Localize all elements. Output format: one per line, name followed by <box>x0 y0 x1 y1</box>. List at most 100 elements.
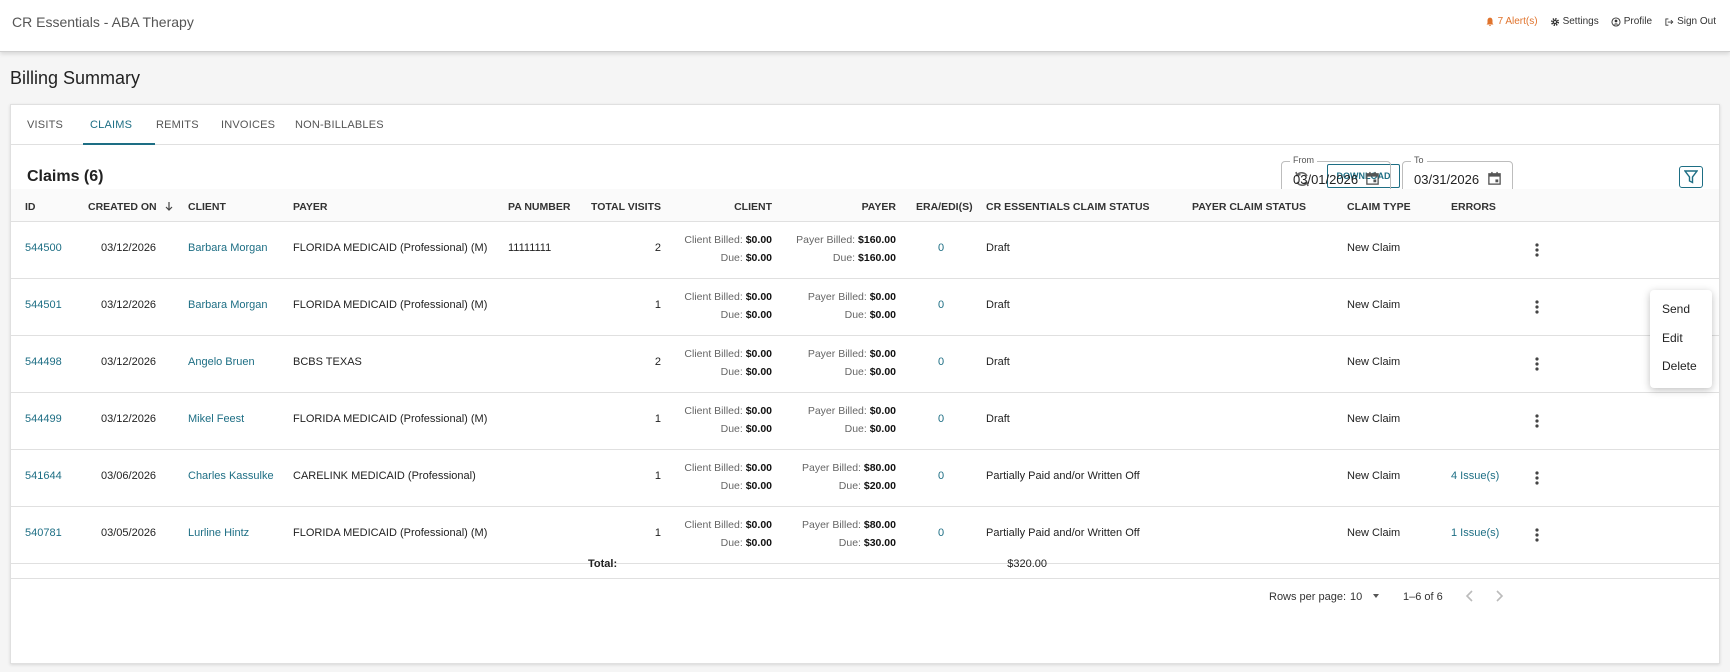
tab-invoices[interactable]: INVOICES <box>221 119 275 131</box>
errors-link[interactable]: 1 Issue(s) <box>1451 527 1499 539</box>
payer-billed-label: Payer Billed: <box>802 462 861 474</box>
client-link[interactable]: Barbara Morgan <box>188 242 268 254</box>
created-date: 03/12/2026 <box>101 413 157 425</box>
client-amounts: Client Billed: $0.00 Due: $0.00 <box>684 516 772 552</box>
table-row: 544499 03/12/2026 Mikel Feest FLORIDA MEDIC… <box>11 393 1719 450</box>
more-vert-icon[interactable] <box>1528 412 1546 430</box>
client-billed-label: Client Billed: <box>684 234 743 246</box>
alerts-link[interactable]: 7 Alert(s) <box>1485 16 1538 27</box>
payer-due-label: Due: <box>838 480 861 492</box>
more-vert-icon[interactable] <box>1528 355 1546 373</box>
claim-id-link[interactable]: 541644 <box>25 470 62 482</box>
col-era-edi[interactable]: ERA/EDI(S) <box>916 201 973 213</box>
client-amounts: Client Billed: $0.00 Due: $0.00 <box>684 459 772 495</box>
calendar-icon[interactable] <box>1365 171 1380 186</box>
claim-id-link[interactable]: 544501 <box>25 299 62 311</box>
col-client[interactable]: CLIENT <box>188 201 226 213</box>
total-visits: 2 <box>654 242 661 254</box>
filter-button[interactable] <box>1679 166 1703 188</box>
col-payer-amount[interactable]: PAYER <box>862 201 896 213</box>
tab-remits[interactable]: REMITS <box>156 119 199 131</box>
more-vert-icon[interactable] <box>1528 298 1546 316</box>
claim-status: Partially Paid and/or Written Off <box>986 470 1140 482</box>
chevron-left-icon[interactable] <box>1461 587 1479 605</box>
client-due-label: Due: <box>720 309 743 321</box>
created-date: 03/12/2026 <box>101 299 157 311</box>
more-vert-icon[interactable] <box>1528 241 1546 259</box>
settings-link[interactable]: Settings <box>1550 16 1599 27</box>
sort-arrow-down-icon <box>165 202 172 211</box>
chevron-right-icon[interactable] <box>1490 587 1508 605</box>
client-link[interactable]: Angelo Bruen <box>188 356 255 368</box>
sign-out-icon <box>1665 17 1674 26</box>
payer-due-value: $20.00 <box>863 480 896 492</box>
payer-name: FLORIDA MEDICAID (Professional) (M) <box>293 299 488 311</box>
payer-total: $320.00 <box>1007 558 1047 570</box>
payer-amounts: Payer Billed: $80.00 Due: $30.00 <box>802 516 896 552</box>
claim-id-link[interactable]: 540781 <box>25 527 62 539</box>
era-count-link[interactable]: 0 <box>938 299 944 311</box>
client-due-value: $0.00 <box>745 252 772 264</box>
col-errors[interactable]: ERRORS <box>1451 201 1496 213</box>
claim-type: New Claim <box>1347 242 1401 254</box>
table-row: 544498 03/12/2026 Angelo Bruen BCBS TEXAS 2 C… <box>11 336 1719 393</box>
created-date: 03/06/2026 <box>101 470 157 482</box>
claim-status: Partially Paid and/or Written Off <box>986 527 1140 539</box>
menu-item-edit[interactable]: Edit <box>1662 331 1683 345</box>
payer-name: FLORIDA MEDICAID (Professional) (M) <box>293 527 488 539</box>
col-pa-number[interactable]: PA NUMBER <box>508 201 570 213</box>
client-billed-label: Client Billed: <box>684 462 743 474</box>
col-total-visits[interactable]: TOTAL VISITS <box>591 201 661 213</box>
payer-due-label: Due: <box>844 366 867 378</box>
era-count-link[interactable]: 0 <box>938 470 944 482</box>
rows-per-page-select[interactable]: 10 <box>1350 591 1381 603</box>
col-payer[interactable]: PAYER <box>293 201 327 213</box>
claim-id-link[interactable]: 544500 <box>25 242 62 254</box>
col-client-amount[interactable]: CLIENT <box>734 201 772 213</box>
more-vert-icon[interactable] <box>1528 526 1546 544</box>
payer-amounts: Payer Billed: $0.00 Due: $0.00 <box>808 345 896 381</box>
claim-status: Draft <box>986 413 1010 425</box>
payer-amounts: Payer Billed: $80.00 Due: $20.00 <box>802 459 896 495</box>
col-created-on-label: CREATED ON <box>88 201 157 213</box>
client-link[interactable]: Lurline Hintz <box>188 527 249 539</box>
col-payer-status[interactable]: PAYER CLAIM STATUS <box>1192 201 1306 213</box>
menu-item-delete[interactable]: Delete <box>1662 359 1697 373</box>
tab-non-billables[interactable]: NON-BILLABLES <box>295 119 384 131</box>
payer-amounts: Payer Billed: $0.00 Due: $0.00 <box>808 288 896 324</box>
client-link[interactable]: Mikel Feest <box>188 413 244 425</box>
client-due-label: Due: <box>720 366 743 378</box>
totals-row: Total: $320.00 <box>11 548 1719 579</box>
more-vert-icon[interactable] <box>1528 469 1546 487</box>
client-billed-value: $0.00 <box>745 519 772 531</box>
tab-claims[interactable]: CLAIMS <box>90 119 132 131</box>
errors-link[interactable]: 4 Issue(s) <box>1451 470 1499 482</box>
claim-type: New Claim <box>1347 413 1401 425</box>
profile-link[interactable]: Profile <box>1611 16 1652 27</box>
client-amounts: Client Billed: $0.00 Due: $0.00 <box>684 402 772 438</box>
col-id[interactable]: ID <box>25 201 36 213</box>
col-created-on[interactable]: CREATED ON <box>88 201 174 213</box>
era-count-link[interactable]: 0 <box>938 356 944 368</box>
client-link[interactable]: Charles Kassulke <box>188 470 274 482</box>
claim-id-link[interactable]: 544498 <box>25 356 62 368</box>
pagination-range: 1–6 of 6 <box>1403 591 1443 603</box>
col-cr-status[interactable]: CR ESSENTIALS CLAIM STATUS <box>986 201 1150 213</box>
created-date: 03/12/2026 <box>101 356 157 368</box>
col-claim-type[interactable]: CLAIM TYPE <box>1347 201 1411 213</box>
claim-type: New Claim <box>1347 356 1401 368</box>
payer-name: FLORIDA MEDICAID (Professional) (M) <box>293 413 488 425</box>
calendar-icon[interactable] <box>1487 171 1502 186</box>
claim-id-link[interactable]: 544499 <box>25 413 62 425</box>
era-count-link[interactable]: 0 <box>938 242 944 254</box>
era-count-link[interactable]: 0 <box>938 413 944 425</box>
payer-billed-label: Payer Billed: <box>802 519 861 531</box>
menu-item-send[interactable]: Send <box>1662 302 1690 316</box>
era-count-link[interactable]: 0 <box>938 527 944 539</box>
rows-per-page-label: Rows per page: <box>1269 591 1347 603</box>
client-link[interactable]: Barbara Morgan <box>188 299 268 311</box>
client-billed-label: Client Billed: <box>684 348 743 360</box>
tab-visits[interactable]: VISITS <box>27 119 63 131</box>
signout-link[interactable]: Sign Out <box>1664 16 1716 27</box>
payer-billed-value: $0.00 <box>869 348 896 360</box>
